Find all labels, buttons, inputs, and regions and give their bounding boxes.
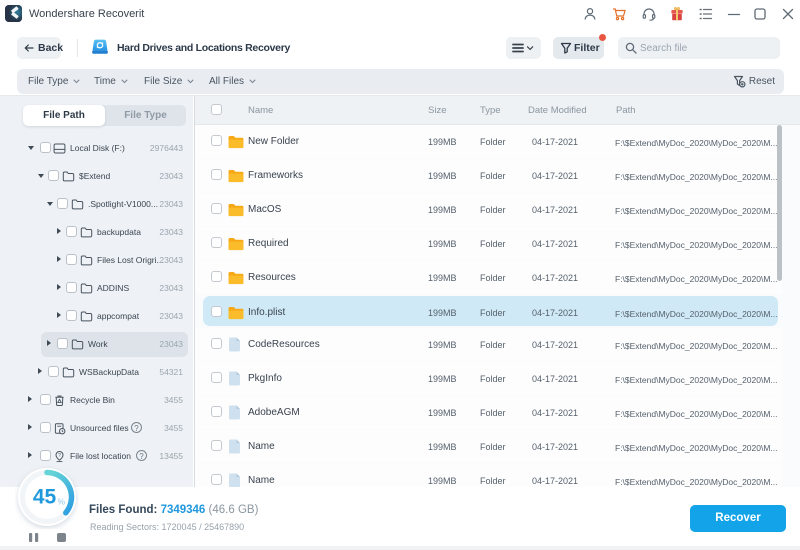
svg-text:?: ? [58, 453, 61, 459]
svg-text:%: % [58, 497, 66, 507]
svg-text:45: 45 [33, 486, 57, 509]
